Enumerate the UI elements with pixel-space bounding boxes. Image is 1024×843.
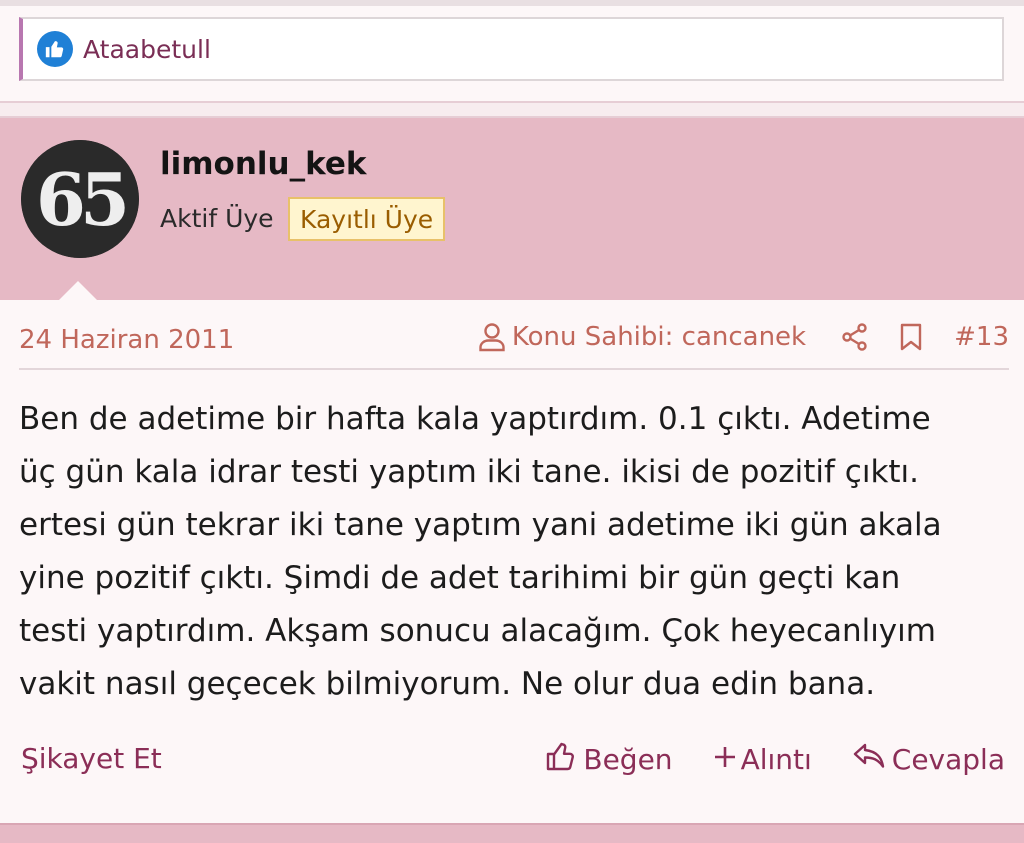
quote-label: Alıntı xyxy=(740,743,812,776)
top-strip xyxy=(0,0,1024,6)
next-post-header xyxy=(0,823,1024,843)
post-date-link[interactable]: 24 Haziran 2011 xyxy=(19,325,234,355)
thumbs-up-icon xyxy=(37,31,73,67)
reply-arrow-icon xyxy=(852,741,886,778)
reactions-bar[interactable]: Ataabetull xyxy=(19,17,1004,81)
reaction-user-link[interactable]: Ataabetull xyxy=(83,35,211,64)
post-meta-bar: 24 Haziran 2011 Konu Sahibi: cancanek #1… xyxy=(19,320,1009,370)
post-number-link[interactable]: #13 xyxy=(954,322,1009,352)
post-body-line: üç gün kala idrar testi yaptım iki tane.… xyxy=(19,454,920,490)
post-body-line: ertesi gün tekrar iki tane yaptım yani a… xyxy=(19,507,942,543)
post-meta-actions: Konu Sahibi: cancanek #13 xyxy=(478,322,1009,352)
share-icon[interactable] xyxy=(840,322,870,352)
thread-owner-text: Konu Sahibi: cancanek xyxy=(511,322,807,352)
like-label: Beğen xyxy=(583,743,673,776)
post-body-line: testi yaptırdım. Akşam sonucu alacağım. … xyxy=(19,613,936,649)
user-badge: Kayıtlı Üye xyxy=(288,197,446,241)
post-action-buttons: Beğen Alıntı Cevapla xyxy=(545,740,1005,779)
user-title: Aktif Üye xyxy=(160,204,274,233)
post-separator xyxy=(0,101,1024,118)
like-button[interactable]: Beğen xyxy=(545,740,673,779)
post-body-line: Ben de adetime bir hafta kala yaptırdım.… xyxy=(19,401,931,437)
post-body-line: yine pozitif çıktı. Şimdi de adet tarihi… xyxy=(19,560,901,596)
report-button[interactable]: Şikayet Et xyxy=(21,742,162,775)
quote-button[interactable]: Alıntı xyxy=(713,743,812,776)
thumbs-up-outline-icon xyxy=(545,740,577,779)
header-pointer xyxy=(58,281,98,301)
post-body-line: vakit nasıl geçecek bilmiyorum. Ne olur … xyxy=(19,666,876,702)
post-actions: Şikayet Et Beğen Alıntı Cevapla xyxy=(19,740,1005,786)
reply-label: Cevapla xyxy=(891,743,1005,776)
username-link[interactable]: limonlu_kek xyxy=(160,146,367,182)
avatar[interactable]: 65 xyxy=(21,140,139,258)
post-body: Ben de adetime bir hafta kala yaptırdım.… xyxy=(19,393,1009,711)
user-icon xyxy=(478,322,506,352)
bookmark-icon[interactable] xyxy=(898,322,924,352)
thread-owner-label: Konu Sahibi: cancanek xyxy=(478,322,806,352)
post-user-header: 65 limonlu_kek Aktif Üye Kayıtlı Üye xyxy=(0,118,1024,300)
plus-icon xyxy=(713,743,737,776)
reply-button[interactable]: Cevapla xyxy=(852,741,1005,778)
avatar-text: 65 xyxy=(36,157,125,242)
